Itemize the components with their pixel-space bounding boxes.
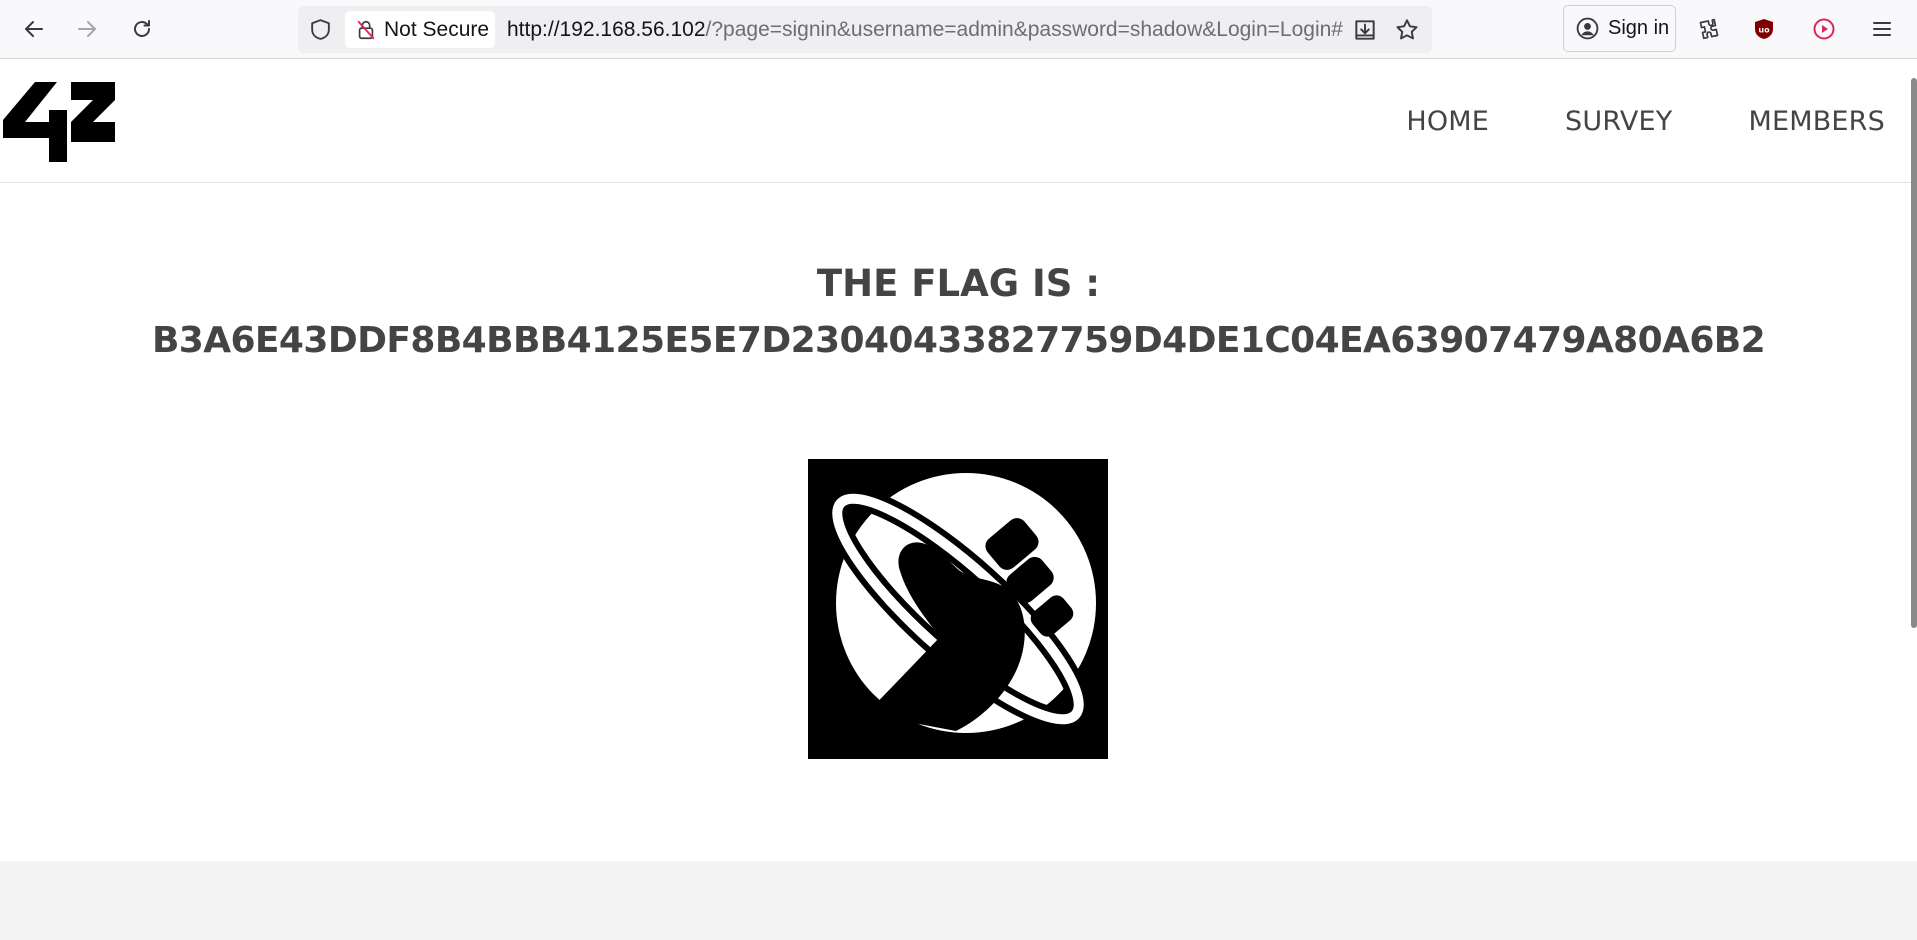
- insecure-lock-icon: [357, 20, 375, 39]
- url-text[interactable]: http://192.168.56.102/?page=signin&usern…: [507, 6, 1343, 53]
- ublock-icon: uo: [1755, 19, 1773, 39]
- svg-text:uo: uo: [1758, 26, 1770, 35]
- menu-icon: [1873, 22, 1891, 36]
- media-play-icon: [1813, 18, 1835, 40]
- nav-survey[interactable]: SURVEY: [1565, 106, 1672, 137]
- url-host: http://192.168.56.102: [507, 18, 706, 41]
- media-extension-button[interactable]: [1804, 9, 1844, 49]
- url-path: /?page=signin&username=admin&password=sh…: [705, 18, 1343, 41]
- forward-button[interactable]: [67, 9, 107, 49]
- flag-value: B3A6E43DDF8B4BBB4125E5E7D23040433827759D…: [151, 320, 1766, 361]
- forward-icon: [78, 21, 96, 37]
- download-icon[interactable]: [1352, 17, 1378, 43]
- site-header: 42 HOME SURVEY MEMBERS: [0, 59, 1917, 183]
- site-security-chip[interactable]: Not Secure: [345, 11, 495, 48]
- reload-icon: [134, 20, 150, 37]
- bookmark-star-icon[interactable]: [1394, 17, 1420, 43]
- extensions-button[interactable]: [1689, 9, 1729, 49]
- sign-in-label: Sign in: [1608, 17, 1670, 39]
- reload-button[interactable]: [122, 9, 162, 49]
- tracking-shield-icon[interactable]: [308, 17, 333, 42]
- nav-members[interactable]: MEMBERS: [1748, 106, 1885, 137]
- sign-in-button[interactable]: Sign in: [1563, 5, 1676, 52]
- app-menu-button[interactable]: [1862, 9, 1902, 49]
- browser-toolbar: Not Secure http://192.168.56.102/?page=s…: [0, 0, 1917, 59]
- security-label: Not Secure: [384, 17, 490, 41]
- extensions-icon: [1699, 18, 1719, 40]
- back-button[interactable]: [14, 9, 54, 49]
- 42-logo[interactable]: 42: [3, 82, 115, 162]
- hitchhiker-thumb-logo: [808, 459, 1108, 759]
- back-icon: [25, 21, 43, 37]
- page-footer: [0, 861, 1917, 940]
- address-bar[interactable]: Not Secure http://192.168.56.102/?page=s…: [298, 6, 1432, 53]
- flag-heading: THE FLAG IS :: [816, 262, 1101, 305]
- account-icon: [1576, 17, 1599, 40]
- main-nav: HOME SURVEY MEMBERS: [1330, 59, 1885, 183]
- ublock-button[interactable]: uo: [1744, 9, 1784, 49]
- nav-home[interactable]: HOME: [1406, 106, 1489, 137]
